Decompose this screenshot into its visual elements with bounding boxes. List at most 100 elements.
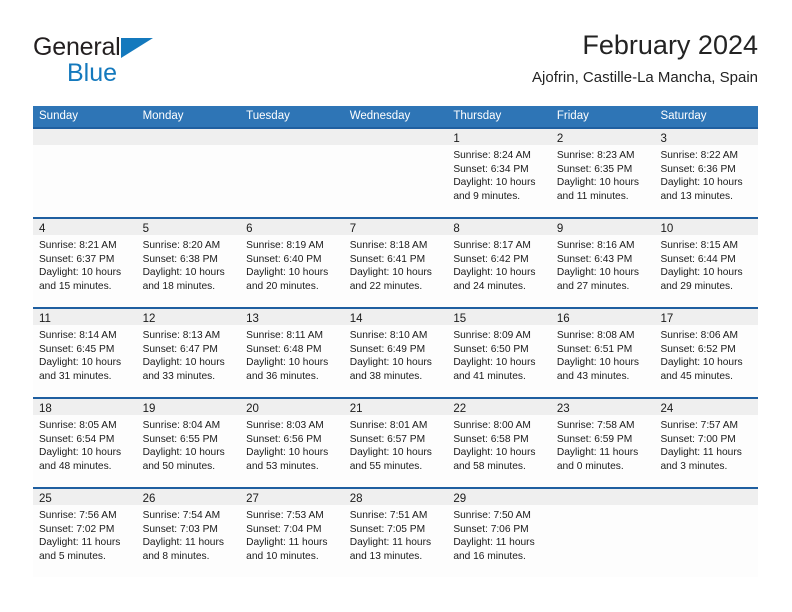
daylight-text-line1: Daylight: 10 hours xyxy=(453,177,536,189)
title-block: February 2024 Ajofrin, Castille-La Manch… xyxy=(532,28,758,89)
day-cell[interactable]: 26 Sunrise: 7:54 AM Sunset: 7:03 PM Dayl… xyxy=(136,489,241,577)
sunrise-text: Sunrise: 8:01 AM xyxy=(349,420,428,431)
daylight-text-line2: and 31 minutes. xyxy=(39,370,112,382)
day-cell[interactable]: 19 Sunrise: 8:04 AM Sunset: 6:55 PM Dayl… xyxy=(136,399,241,487)
sunset-text: Sunset: 6:40 PM xyxy=(246,253,322,265)
day-cell[interactable]: 10 Sunrise: 8:15 AM Sunset: 6:44 PM Dayl… xyxy=(654,219,759,307)
daylight-text-line2: and 45 minutes. xyxy=(660,370,733,382)
sunrise-text: Sunrise: 8:24 AM xyxy=(453,150,531,161)
daylight-text-line1: Daylight: 11 hours xyxy=(39,537,121,549)
day-cell[interactable]: 12 Sunrise: 8:13 AM Sunset: 6:47 PM Dayl… xyxy=(136,309,241,397)
day-cell[interactable]: 2 Sunrise: 8:23 AM Sunset: 6:35 PM Dayli… xyxy=(550,129,655,217)
day-number: 11 xyxy=(39,313,51,325)
daylight-text-line1: Daylight: 11 hours xyxy=(246,537,328,549)
daylight-text-line2: and 22 minutes. xyxy=(349,280,423,292)
day-cell[interactable] xyxy=(343,129,448,217)
day-number: 20 xyxy=(246,403,259,415)
day-cell[interactable]: 21 Sunrise: 8:01 AM Sunset: 6:57 PM Dayl… xyxy=(343,399,448,487)
day-number: 26 xyxy=(142,493,156,505)
day-cell[interactable]: 14 Sunrise: 8:10 AM Sunset: 6:49 PM Dayl… xyxy=(343,309,448,397)
day-number: 2 xyxy=(556,133,564,145)
daylight-text-line1: Daylight: 10 hours xyxy=(556,177,640,189)
sunset-text: Sunset: 6:36 PM xyxy=(660,163,736,175)
sunrise-text: Sunrise: 8:18 AM xyxy=(349,240,428,251)
day-cell[interactable]: 20 Sunrise: 8:03 AM Sunset: 6:56 PM Dayl… xyxy=(240,399,344,487)
day-cell[interactable]: 1 Sunrise: 8:24 AM Sunset: 6:34 PM Dayli… xyxy=(447,129,551,217)
day-cell[interactable]: 8 Sunrise: 8:17 AM Sunset: 6:42 PM Dayli… xyxy=(447,219,551,307)
daylight-text-line2: and 18 minutes. xyxy=(142,280,216,292)
sunrise-text: Sunrise: 7:54 AM xyxy=(142,510,221,521)
day-cell[interactable]: 13 Sunrise: 8:11 AM Sunset: 6:48 PM Dayl… xyxy=(240,309,344,397)
sunset-text: Sunset: 6:49 PM xyxy=(349,343,426,355)
day-cell[interactable]: 15 Sunrise: 8:09 AM Sunset: 6:50 PM Dayl… xyxy=(447,309,551,397)
weekday-header-row: Sunday Monday Tuesday Wednesday Thursday… xyxy=(33,106,758,127)
day-number: 18 xyxy=(39,403,52,415)
calendar-week-row: 18 Sunrise: 8:05 AM Sunset: 6:54 PM Dayl… xyxy=(33,397,759,487)
daylight-text-line2: and 13 minutes. xyxy=(349,550,423,562)
day-cell[interactable] xyxy=(33,129,137,217)
calendar-week-row: 11 Sunrise: 8:14 AM Sunset: 6:45 PM Dayl… xyxy=(33,307,759,397)
day-cell[interactable]: 3 Sunrise: 8:22 AM Sunset: 6:36 PM Dayli… xyxy=(654,129,759,217)
daylight-text-line1: Daylight: 10 hours xyxy=(39,267,122,279)
sunset-text: Sunset: 6:56 PM xyxy=(246,433,322,445)
triangle-icon xyxy=(120,38,153,58)
day-cell[interactable]: 18 Sunrise: 8:05 AM Sunset: 6:54 PM Dayl… xyxy=(33,399,137,487)
calendar-grid: Sunday Monday Tuesday Wednesday Thursday… xyxy=(33,106,759,577)
sunrise-text: Sunrise: 7:57 AM xyxy=(660,420,739,431)
daylight-text-line1: Daylight: 10 hours xyxy=(349,447,432,459)
day-cell[interactable] xyxy=(654,489,759,577)
sunset-text: Sunset: 6:57 PM xyxy=(349,433,426,445)
day-cell[interactable]: 9 Sunrise: 8:16 AM Sunset: 6:43 PM Dayli… xyxy=(550,219,655,307)
day-cell[interactable]: 24 Sunrise: 7:57 AM Sunset: 7:00 PM Dayl… xyxy=(654,399,759,487)
weekday-header-monday: Monday xyxy=(142,110,184,122)
daylight-text-line2: and 58 minutes. xyxy=(453,460,526,472)
weekday-header-thursday: Thursday xyxy=(453,110,502,122)
sunset-text: Sunset: 6:59 PM xyxy=(556,433,633,445)
page-header: General Blue February 2024 Ajofrin, Cast… xyxy=(33,28,758,100)
day-number: 15 xyxy=(453,313,467,325)
daylight-text-line1: Daylight: 10 hours xyxy=(556,357,640,369)
sunset-text: Sunset: 6:34 PM xyxy=(453,163,529,175)
day-number: 13 xyxy=(246,313,259,325)
daylight-text-line2: and 48 minutes. xyxy=(39,460,112,472)
day-cell[interactable]: 27 Sunrise: 7:53 AM Sunset: 7:04 PM Dayl… xyxy=(240,489,344,577)
day-cell[interactable]: 11 Sunrise: 8:14 AM Sunset: 6:45 PM Dayl… xyxy=(33,309,137,397)
daylight-text-line1: Daylight: 10 hours xyxy=(246,267,329,279)
sunrise-text: Sunrise: 7:58 AM xyxy=(556,420,635,431)
day-number: 25 xyxy=(39,493,52,505)
sunset-text: Sunset: 6:50 PM xyxy=(453,343,529,355)
day-cell[interactable]: 17 Sunrise: 8:06 AM Sunset: 6:52 PM Dayl… xyxy=(654,309,759,397)
daylight-text-line1: Daylight: 10 hours xyxy=(39,447,122,459)
daylight-text-line1: Daylight: 10 hours xyxy=(556,267,640,279)
daylight-text-line2: and 36 minutes. xyxy=(246,370,319,382)
day-cell[interactable]: 23 Sunrise: 7:58 AM Sunset: 6:59 PM Dayl… xyxy=(550,399,655,487)
daylight-text-line2: and 43 minutes. xyxy=(556,370,630,382)
calendar-week-row: 25 Sunrise: 7:56 AM Sunset: 7:02 PM Dayl… xyxy=(33,487,759,577)
day-cell[interactable]: 5 Sunrise: 8:20 AM Sunset: 6:38 PM Dayli… xyxy=(136,219,241,307)
day-cell[interactable]: 16 Sunrise: 8:08 AM Sunset: 6:51 PM Dayl… xyxy=(550,309,655,397)
day-cell[interactable]: 28 Sunrise: 7:51 AM Sunset: 7:05 PM Dayl… xyxy=(343,489,448,577)
day-cell[interactable]: 29 Sunrise: 7:50 AM Sunset: 7:06 PM Dayl… xyxy=(447,489,551,577)
sunrise-text: Sunrise: 8:04 AM xyxy=(142,420,221,431)
day-cell[interactable]: 25 Sunrise: 7:56 AM Sunset: 7:02 PM Dayl… xyxy=(33,489,137,577)
daylight-text-line2: and 13 minutes. xyxy=(660,190,733,202)
day-cell[interactable]: 4 Sunrise: 8:21 AM Sunset: 6:37 PM Dayli… xyxy=(33,219,137,307)
day-cell[interactable] xyxy=(136,129,241,217)
daylight-text-line1: Daylight: 10 hours xyxy=(453,357,536,369)
day-cell[interactable]: 22 Sunrise: 8:00 AM Sunset: 6:58 PM Dayl… xyxy=(447,399,551,487)
day-cell[interactable] xyxy=(550,489,655,577)
sunset-text: Sunset: 7:00 PM xyxy=(660,433,736,445)
sunrise-text: Sunrise: 8:03 AM xyxy=(246,420,324,431)
sunrise-text: Sunrise: 7:51 AM xyxy=(349,510,428,521)
daylight-text-line1: Daylight: 10 hours xyxy=(660,177,743,189)
weekday-header-saturday: Saturday xyxy=(660,110,707,122)
sunset-text: Sunset: 6:58 PM xyxy=(453,433,529,445)
sunset-text: Sunset: 6:47 PM xyxy=(142,343,218,355)
day-cell[interactable]: 7 Sunrise: 8:18 AM Sunset: 6:41 PM Dayli… xyxy=(343,219,448,307)
calendar-week-row: 1 Sunrise: 8:24 AM Sunset: 6:34 PM Dayli… xyxy=(33,127,759,217)
daylight-text-line2: and 53 minutes. xyxy=(246,460,319,472)
day-cell[interactable]: 6 Sunrise: 8:19 AM Sunset: 6:40 PM Dayli… xyxy=(240,219,344,307)
day-cell[interactable] xyxy=(240,129,344,217)
sunrise-text: Sunrise: 8:22 AM xyxy=(660,150,739,161)
generalblue-logo[interactable]: General Blue xyxy=(33,32,213,90)
